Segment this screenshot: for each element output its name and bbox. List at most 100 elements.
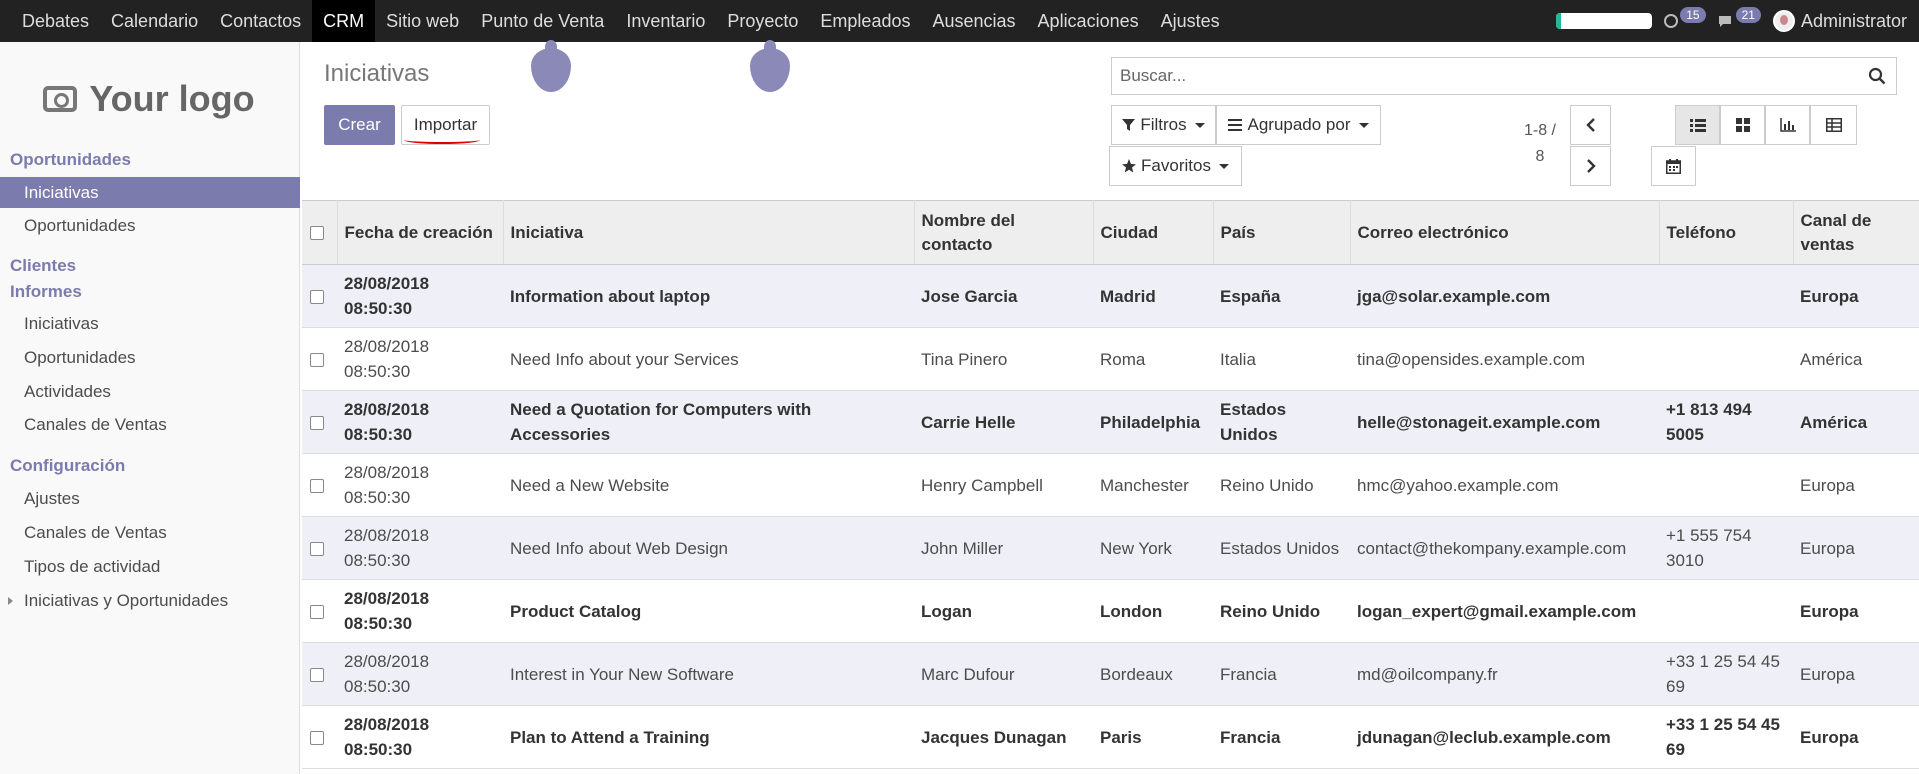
row-checkbox[interactable]: [310, 542, 324, 557]
row-select-cell[interactable]: [302, 579, 337, 643]
calendar-view-button[interactable]: [1651, 146, 1696, 186]
pager-previous-button[interactable]: [1570, 105, 1611, 145]
country-cell: Estados Unidos: [1213, 516, 1350, 580]
row-checkbox[interactable]: [310, 731, 324, 746]
table-row[interactable]: 28/08/2018 08:50:30 Need Info about Web D…: [302, 516, 1919, 580]
row-select-cell[interactable]: [302, 390, 337, 454]
sidebar-item-oportunidades[interactable]: Oportunidades: [0, 210, 300, 241]
lead-name-cell: Need a New Website: [503, 453, 914, 517]
row-select-cell[interactable]: [302, 516, 337, 580]
select-all-checkbox[interactable]: [310, 226, 324, 241]
contact-name-cell: Henry Campbell: [914, 453, 1093, 517]
section-informes[interactable]: Informes: [10, 282, 82, 302]
phone-cell: +33 1 25 54 45 69: [1659, 642, 1793, 706]
comments-icon: [1718, 16, 1731, 27]
row-checkbox[interactable]: [310, 668, 324, 683]
menu-item-empleados[interactable]: Empleados: [809, 0, 921, 42]
created-date-cell: 28/08/2018 08:50:30: [337, 516, 503, 580]
row-checkbox[interactable]: [310, 605, 324, 620]
column-header[interactable]: Teléfono: [1659, 200, 1794, 265]
kanban-view-button[interactable]: [1720, 105, 1765, 145]
progress-bar: [1556, 13, 1653, 29]
sidebar-item-ajustes[interactable]: Ajustes: [0, 483, 300, 514]
sidebar-item-iniciativas[interactable]: Iniciativas: [0, 177, 300, 208]
section-clientes[interactable]: Clientes: [10, 256, 76, 276]
menu-item-proyecto[interactable]: Proyecto: [716, 0, 809, 42]
row-select-cell[interactable]: [302, 264, 337, 328]
table-header-row: Fecha de creación Iniciativa Nombre del …: [302, 200, 1919, 265]
column-header[interactable]: Nombre del contacto: [914, 200, 1094, 265]
favorites-button[interactable]: Favoritos: [1109, 146, 1242, 186]
pager-range: 1-8 /: [1523, 122, 1556, 139]
menu-item-aplicaciones[interactable]: Aplicaciones: [1027, 0, 1150, 42]
table-row[interactable]: 28/08/2018 08:50:30 Product Catalog Logan L…: [302, 579, 1919, 643]
row-select-cell[interactable]: [302, 705, 337, 769]
sidebar-item-tipos-actividad[interactable]: Tipos de actividad: [0, 551, 300, 582]
column-header[interactable]: País: [1213, 200, 1351, 265]
row-checkbox[interactable]: [310, 479, 324, 494]
column-header[interactable]: Ciudad: [1093, 200, 1214, 265]
menu-item-debates[interactable]: Debates: [11, 0, 100, 42]
sales-channel-cell: América: [1793, 390, 1919, 454]
sales-channel-cell: Europa: [1793, 579, 1919, 643]
row-checkbox[interactable]: [310, 290, 324, 305]
section-oportunidades[interactable]: Oportunidades: [10, 150, 131, 170]
company-logo[interactable]: Your logo: [24, 58, 274, 140]
table-row[interactable]: 28/08/2018 08:50:30 Interest in Your New …: [302, 642, 1919, 706]
sidebar-item-actividades[interactable]: Actividades: [0, 376, 300, 407]
column-header[interactable]: Correo electrónico: [1350, 200, 1660, 265]
menu-item-ausencias[interactable]: Ausencias: [921, 0, 1026, 42]
list-view-button[interactable]: [1675, 105, 1720, 145]
activities-button[interactable]: 15: [1664, 7, 1706, 29]
menu-item-inventario[interactable]: Inventario: [615, 0, 716, 42]
page-title: Iniciativas: [324, 60, 430, 87]
filters-button[interactable]: Filtros: [1111, 105, 1216, 145]
column-header[interactable]: Canal de ventas: [1793, 200, 1919, 265]
pivot-view-button[interactable]: [1810, 105, 1857, 145]
country-cell: Reino Unido: [1213, 453, 1350, 517]
table-row[interactable]: 28/08/2018 08:50:30 Information about lap…: [302, 264, 1919, 328]
country-cell: Italia: [1213, 327, 1350, 391]
user-menu[interactable]: Administrator: [1772, 10, 1907, 32]
table-row[interactable]: 28/08/2018 08:50:30 Need a New Website Hen…: [302, 453, 1919, 517]
sidebar-item-informes-oportunidades[interactable]: Oportunidades: [0, 342, 300, 373]
table-row[interactable]: 28/08/2018 08:50:30 Need Info about your …: [302, 327, 1919, 391]
menu-item-ajustes[interactable]: Ajustes: [1150, 0, 1231, 42]
table-row[interactable]: 28/08/2018 08:50:30 Need a Quotation for …: [302, 390, 1919, 454]
row-select-cell[interactable]: [302, 642, 337, 706]
phone-cell: +1 813 494 5005: [1659, 390, 1793, 454]
menu-item-calendario[interactable]: Calendario: [100, 0, 209, 42]
table-row[interactable]: 28/08/2018 08:50:30 Plan to Attend a Trai…: [302, 705, 1919, 769]
section-configuracion[interactable]: Configuración: [10, 456, 125, 476]
row-select-cell[interactable]: [302, 327, 337, 391]
menu-item-punto-de-venta[interactable]: Punto de Venta: [470, 0, 615, 42]
table-body: 28/08/2018 08:50:30 Information about lap…: [302, 264, 1919, 769]
sidebar-item-informes-iniciativas[interactable]: Iniciativas: [0, 308, 300, 339]
leads-list: Fecha de creación Iniciativa Nombre del …: [302, 200, 1919, 769]
activities-badge: 15: [1680, 7, 1706, 23]
calendar-icon: [1666, 158, 1681, 174]
menu-item-sitio-web[interactable]: Sitio web: [375, 0, 470, 42]
column-header[interactable]: Iniciativa: [503, 200, 915, 265]
messages-button[interactable]: 21: [1718, 7, 1761, 29]
sidebar-item-config-canales[interactable]: Canales de Ventas: [0, 517, 300, 548]
contact-name-cell: Jacques Dunagan: [914, 705, 1093, 769]
row-checkbox[interactable]: [310, 353, 324, 368]
pager-next-button[interactable]: [1570, 146, 1611, 186]
sales-channel-cell: Europa: [1793, 264, 1919, 328]
graph-view-button[interactable]: [1765, 105, 1810, 145]
select-all-cell[interactable]: [302, 200, 338, 265]
email-cell: logan_expert@gmail.example.com: [1350, 579, 1659, 643]
pager-value[interactable]: 1-8 / 8: [1516, 118, 1564, 170]
search-icon[interactable]: [1868, 67, 1886, 85]
column-header[interactable]: Fecha de creación: [337, 200, 504, 265]
create-button[interactable]: Crear: [324, 105, 395, 145]
search-input[interactable]: [1120, 66, 1840, 86]
row-checkbox[interactable]: [310, 416, 324, 431]
row-select-cell[interactable]: [302, 453, 337, 517]
sidebar-item-canales-ventas[interactable]: Canales de Ventas: [0, 409, 300, 440]
group-by-button[interactable]: Agrupado por: [1216, 105, 1381, 145]
menu-item-contactos[interactable]: Contactos: [209, 0, 312, 42]
menu-item-crm[interactable]: CRM: [312, 0, 376, 42]
sidebar-item-iniciativas-oportunidades[interactable]: Iniciativas y Oportunidades: [0, 585, 300, 616]
